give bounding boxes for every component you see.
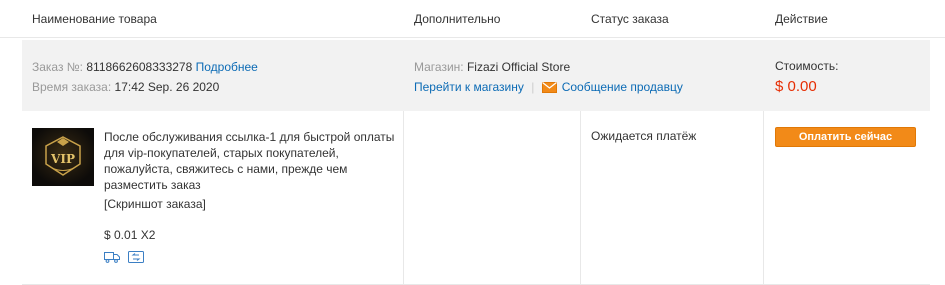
order-details-link[interactable]: Подробнее [196,60,258,74]
order-status: Ожидается платёж [591,129,697,143]
store-name: Fizazi Official Store [466,60,571,74]
order-time-label: Время заказа: [32,80,112,94]
product-thumbnail[interactable]: VIP [32,128,94,186]
header-extra: Дополнительно [414,12,501,26]
order-number: 8118662608333278 [86,60,193,74]
order-time-line: Время заказа: 17:42 Sep. 26 2020 [32,80,219,94]
pay-now-button[interactable]: Оплатить сейчас [775,127,916,147]
item-price: $ 0.01 X2 [104,228,156,242]
header-status: Статус заказа [591,12,669,26]
go-to-store-link[interactable]: Перейти к магазину [414,80,524,94]
thumbnail-vip-text: VIP [50,152,75,166]
store-label: Магазин: [414,60,464,74]
store-actions: Перейти к магазину | Сообщение продавцу [414,80,683,96]
column-divider [763,111,764,284]
order-time: 17:42 Sep. 26 2020 [114,80,220,94]
mail-icon[interactable] [541,82,557,96]
order-number-line: Заказ №: 8118662608333278 Подробнее [32,60,258,74]
order-number-label: Заказ №: [32,60,84,74]
table-header: Наименование товара Дополнительно Статус… [0,0,945,38]
order-snapshot-link[interactable]: [Скриншот заказа] [104,197,206,211]
order-cost: $ 0.00 [775,78,817,95]
column-divider [580,111,581,284]
product-description[interactable]: После обслуживания ссылка-1 для быстрой … [104,129,404,193]
order-info-bar: Заказ №: 8118662608333278 Подробнее Врем… [22,40,930,111]
truck-icon[interactable] [104,251,120,266]
return-icon[interactable] [128,251,145,266]
cost-label: Стоимость: [775,59,839,73]
message-seller-link[interactable]: Сообщение продавцу [562,80,683,94]
header-action: Действие [775,12,828,26]
store-line: Магазин: Fizazi Official Store [414,60,570,74]
item-service-icons [104,251,149,266]
header-product: Наименование товара [32,12,157,26]
link-separator: | [531,80,535,94]
